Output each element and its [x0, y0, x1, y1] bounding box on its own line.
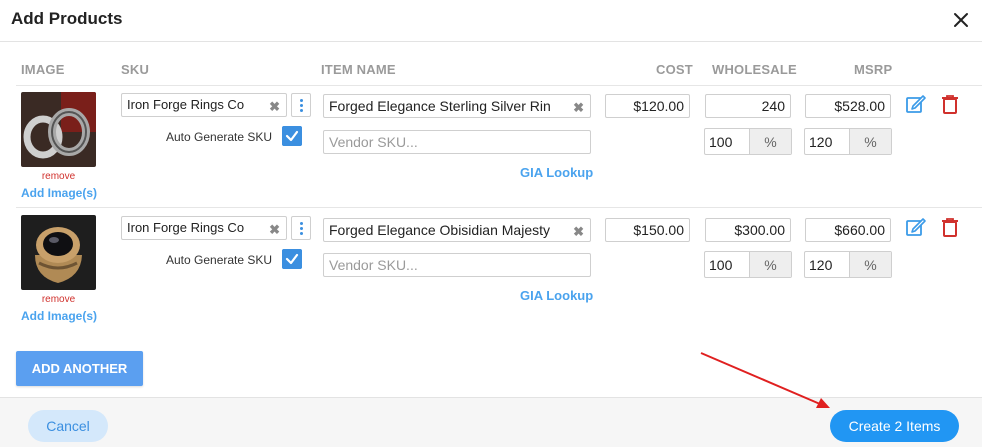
- clear-x-icon[interactable]: ✖: [269, 222, 280, 238]
- vendor-sku-placeholder: Vendor SKU...: [329, 134, 418, 150]
- auto-generate-sku-checkbox[interactable]: [282, 126, 302, 146]
- auto-generate-sku-label: Auto Generate SKU: [166, 253, 273, 267]
- create-items-button[interactable]: Create 2 Items: [830, 410, 959, 442]
- percent-symbol: %: [749, 252, 791, 277]
- percent-symbol: %: [749, 129, 791, 154]
- wholesale-percent-input[interactable]: 100 %: [704, 251, 792, 278]
- sku-input[interactable]: Iron Forge Rings Co ✖: [121, 216, 287, 240]
- sku-value: Iron Forge Rings Co: [127, 97, 245, 112]
- column-header-sku: SKU: [121, 62, 150, 77]
- column-header-wholesale: WHOLESALE: [712, 62, 797, 77]
- sku-value: Iron Forge Rings Co: [127, 220, 245, 235]
- msrp-percent-input[interactable]: 120 %: [804, 251, 892, 278]
- modal-title: Add Products: [11, 9, 123, 28]
- msrp-input[interactable]: $660.00: [805, 218, 891, 242]
- clear-x-icon[interactable]: ✖: [573, 224, 584, 240]
- add-products-modal: Add Products IMAGE SKU ITEM NAME COST WH…: [0, 0, 982, 447]
- wholesale-input[interactable]: 240: [705, 94, 791, 118]
- wholesale-percent-value: 100: [709, 134, 733, 150]
- msrp-percent-value: 120: [809, 134, 833, 150]
- gia-lookup-link[interactable]: GIA Lookup: [520, 288, 593, 303]
- edit-icon[interactable]: [905, 216, 927, 238]
- msrp-percent-input[interactable]: 120 %: [804, 128, 892, 155]
- auto-generate-sku-label: Auto Generate SKU: [166, 130, 273, 144]
- kebab-menu-icon: [300, 222, 303, 225]
- column-header-image: IMAGE: [21, 62, 65, 77]
- cost-input[interactable]: $120.00: [605, 94, 690, 118]
- sku-options-button[interactable]: [291, 216, 311, 240]
- add-images-link[interactable]: Add Image(s): [9, 186, 109, 200]
- kebab-menu-icon: [300, 99, 303, 102]
- column-header-msrp: MSRP: [854, 62, 893, 77]
- remove-image-link[interactable]: remove: [21, 171, 96, 182]
- product-image: [21, 92, 96, 167]
- close-icon[interactable]: [950, 9, 972, 31]
- column-header-item-name: ITEM NAME: [321, 62, 396, 77]
- sku-input[interactable]: Iron Forge Rings Co ✖: [121, 93, 287, 117]
- percent-symbol: %: [849, 252, 891, 277]
- wholesale-percent-value: 100: [709, 257, 733, 273]
- cost-input[interactable]: $150.00: [605, 218, 690, 242]
- wholesale-input[interactable]: $300.00: [705, 218, 791, 242]
- auto-generate-sku-checkbox[interactable]: [282, 249, 302, 269]
- percent-symbol: %: [849, 129, 891, 154]
- vendor-sku-input[interactable]: Vendor SKU...: [323, 253, 591, 277]
- msrp-input[interactable]: $528.00: [805, 94, 891, 118]
- item-name-input[interactable]: Forged Elegance Sterling Silver Rin ✖: [323, 94, 591, 118]
- add-another-button[interactable]: ADD ANOTHER: [16, 351, 143, 386]
- wholesale-percent-input[interactable]: 100 %: [704, 128, 792, 155]
- product-image: [21, 215, 96, 290]
- column-header-cost: COST: [656, 62, 693, 77]
- remove-image-link[interactable]: remove: [21, 294, 96, 305]
- item-name-value: Forged Elegance Obisidian Majesty: [329, 222, 551, 238]
- gia-lookup-link[interactable]: GIA Lookup: [520, 165, 593, 180]
- divider: [16, 207, 982, 208]
- vendor-sku-input[interactable]: Vendor SKU...: [323, 130, 591, 154]
- trash-icon[interactable]: [939, 93, 961, 115]
- item-name-value: Forged Elegance Sterling Silver Rin: [329, 98, 551, 114]
- edit-icon[interactable]: [905, 93, 927, 115]
- add-images-link[interactable]: Add Image(s): [9, 309, 109, 323]
- modal-header: Add Products: [0, 0, 982, 42]
- clear-x-icon[interactable]: ✖: [269, 99, 280, 115]
- vendor-sku-placeholder: Vendor SKU...: [329, 257, 418, 273]
- item-name-input[interactable]: Forged Elegance Obisidian Majesty ✖: [323, 218, 591, 242]
- trash-icon[interactable]: [939, 216, 961, 238]
- msrp-percent-value: 120: [809, 257, 833, 273]
- cancel-button[interactable]: Cancel: [28, 410, 108, 442]
- clear-x-icon[interactable]: ✖: [573, 100, 584, 116]
- divider: [16, 85, 982, 86]
- sku-options-button[interactable]: [291, 93, 311, 117]
